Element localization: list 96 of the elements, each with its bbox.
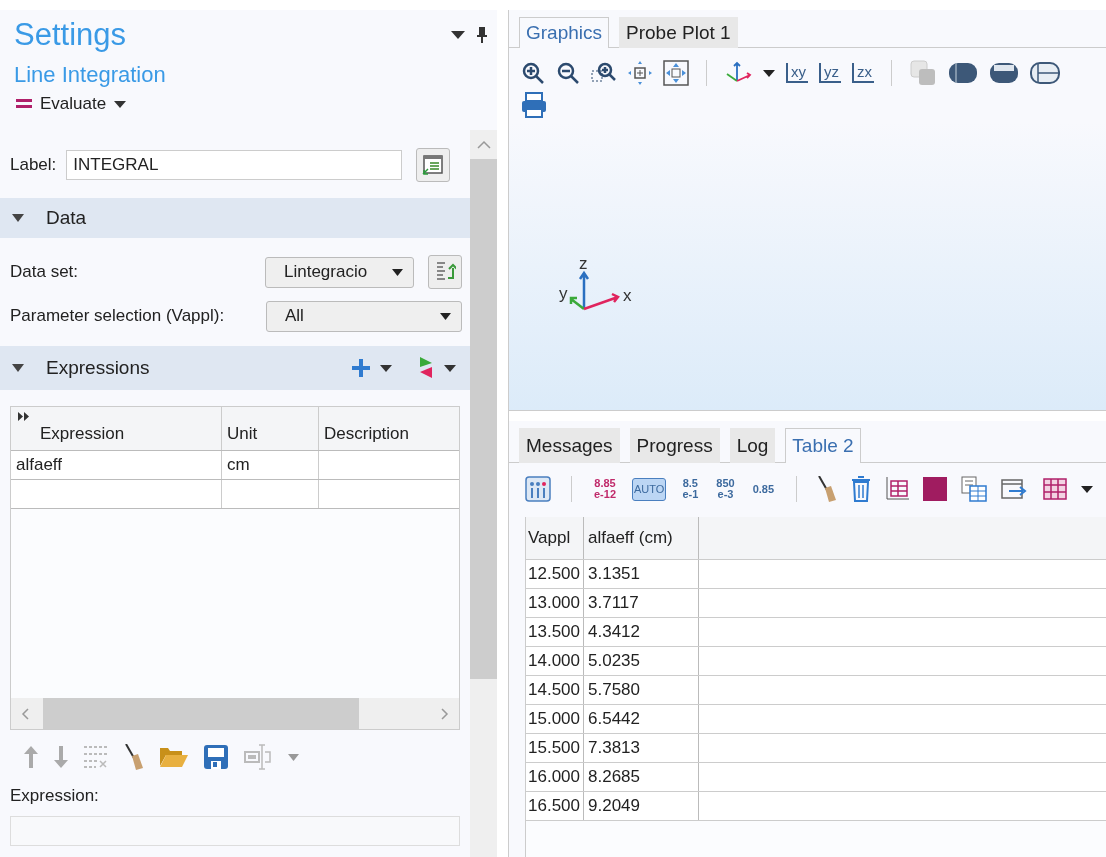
view-button[interactable]: zx — [852, 63, 874, 83]
caret-icon — [440, 312, 451, 320]
grid-icon[interactable] — [1043, 478, 1068, 500]
tab[interactable]: Graphics — [519, 17, 610, 48]
scrollbar-thumb[interactable] — [43, 698, 359, 729]
axes-icon[interactable] — [724, 61, 752, 85]
table-cell: 6.5442 — [588, 709, 640, 729]
field-label: Expression: — [10, 786, 100, 806]
caret-icon — [392, 268, 403, 276]
table-cell: alfaeff — [16, 455, 62, 475]
table-cell: 3.7117 — [588, 593, 639, 613]
table-cell: 14.000 — [528, 651, 580, 671]
update-button[interactable] — [428, 255, 462, 289]
table-cell: 14.500 — [528, 680, 580, 700]
expression-field[interactable] — [10, 816, 460, 846]
number-format-button[interactable]: 0.85 — [750, 481, 777, 497]
scrollbar-thumb[interactable] — [470, 159, 497, 679]
tab[interactable]: Messages — [519, 428, 620, 463]
label-field[interactable]: INTEGRAL — [66, 150, 403, 180]
column-header[interactable]: alfaeff (cm) — [588, 528, 673, 548]
column-header[interactable]: Unit — [227, 424, 258, 444]
save-icon[interactable] — [204, 745, 228, 769]
tab[interactable]: Log — [729, 428, 776, 463]
tab[interactable]: Table 2 — [785, 428, 861, 463]
number-format-button[interactable]: AUTO — [632, 477, 667, 501]
field-label: Parameter selection (Vappl): — [10, 306, 226, 326]
broom-icon[interactable] — [817, 476, 838, 502]
table-cell: cm — [227, 455, 250, 475]
caret-icon[interactable] — [451, 31, 465, 39]
number-format-button[interactable]: 850 e-3 — [714, 476, 737, 502]
table-cell: 5.7580 — [588, 680, 640, 700]
number-format-button[interactable]: 8.85 e-12 — [592, 476, 619, 502]
parameter-dropdown[interactable]: All — [266, 300, 462, 332]
column-header[interactable]: Vappl — [528, 528, 571, 548]
number-format-button[interactable]: 8.5 e-1 — [680, 476, 701, 502]
color-swatch-icon[interactable] — [923, 477, 948, 501]
table-cell: 7.3813 — [588, 738, 640, 758]
table-cell: 16.500 — [528, 796, 580, 816]
table-cell: 3.1351 — [588, 564, 640, 584]
table-cell: 9.2049 — [588, 796, 640, 816]
copy-table-icon[interactable] — [961, 476, 988, 502]
tab[interactable]: Probe Plot 1 — [619, 17, 738, 48]
trash-icon[interactable] — [851, 476, 872, 502]
zoom-extents-icon[interactable] — [663, 60, 689, 86]
panel-title: Settings — [14, 17, 126, 53]
column-header[interactable]: Description — [324, 424, 410, 444]
scroll-right-icon[interactable] — [441, 707, 449, 720]
zoom-out-icon[interactable] — [556, 61, 580, 85]
evaluate-button[interactable]: Evaluate — [40, 94, 107, 114]
expand-toggle-icon[interactable] — [12, 214, 24, 222]
caret-icon[interactable] — [763, 69, 775, 77]
table-icon[interactable] — [885, 477, 910, 501]
scroll-up-icon[interactable] — [476, 140, 491, 149]
section-title[interactable]: Data — [46, 207, 87, 229]
settings-icon[interactable] — [525, 476, 551, 502]
zoom-box-icon[interactable] — [591, 61, 617, 85]
data-set-dropdown[interactable]: Lintegracio — [265, 256, 414, 288]
axis-triad: z y x — [539, 257, 649, 327]
caret-icon[interactable] — [114, 100, 127, 108]
zoom-selected-icon[interactable] — [628, 61, 652, 85]
table-cell: 8.2685 — [588, 767, 640, 787]
table-cell: 13.500 — [528, 622, 580, 642]
table-cell: 12.500 — [528, 564, 580, 584]
print-icon[interactable] — [521, 92, 547, 118]
table-cell: 13.000 — [528, 593, 580, 613]
node-title: Line Integration — [14, 62, 167, 88]
column-header[interactable]: Expression — [40, 424, 125, 444]
field-label: Label: — [10, 155, 57, 175]
view-button[interactable]: yz — [819, 63, 841, 83]
broom-icon[interactable] — [124, 744, 144, 770]
table-cell: 5.0235 — [588, 651, 640, 671]
folder-icon[interactable] — [160, 746, 188, 768]
cylinder-icon[interactable] — [948, 62, 978, 84]
table-cell: 15.500 — [528, 738, 580, 758]
table-cell: 15.000 — [528, 709, 580, 729]
caret-icon[interactable] — [380, 364, 392, 372]
caret-icon[interactable] — [444, 364, 456, 372]
table-cell: 4.3412 — [588, 622, 640, 642]
view-button[interactable]: xy — [786, 63, 808, 83]
section-title[interactable]: Expressions — [46, 357, 150, 379]
field-label: Data set: — [10, 262, 80, 282]
flag-icon[interactable] — [418, 357, 434, 379]
tab[interactable]: Progress — [629, 428, 720, 463]
expand-icon[interactable] — [18, 412, 30, 421]
zoom-in-icon[interactable] — [521, 61, 545, 85]
scroll-left-icon[interactable] — [21, 707, 29, 720]
caret-icon[interactable] — [1081, 485, 1094, 493]
expand-toggle-icon[interactable] — [12, 364, 24, 372]
equals-icon — [16, 99, 32, 109]
plus-icon[interactable] — [352, 359, 370, 377]
comment-icon — [421, 154, 446, 176]
cylinder-icon[interactable] — [989, 62, 1019, 84]
comment-button[interactable] — [416, 148, 451, 182]
pin-icon[interactable] — [477, 27, 487, 43]
cylinder-icon[interactable] — [1030, 62, 1060, 84]
table-cell: 16.000 — [528, 767, 580, 787]
